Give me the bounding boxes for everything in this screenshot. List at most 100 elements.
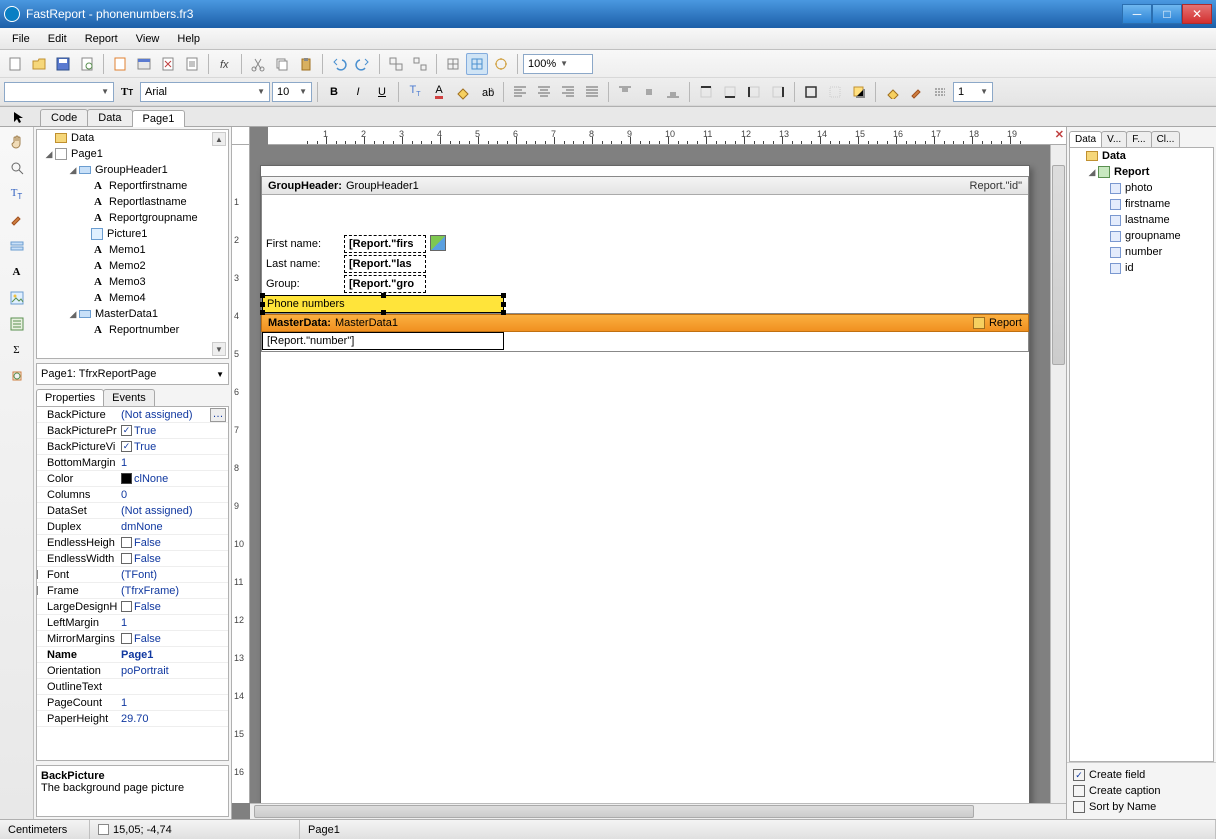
data-root[interactable]: Data (1070, 148, 1213, 164)
italic-button[interactable]: I (347, 81, 369, 103)
open-button[interactable] (28, 53, 50, 75)
frame-color-button[interactable] (905, 81, 927, 103)
prop-pagecount[interactable]: PageCount1 (37, 695, 228, 711)
grid-button[interactable] (442, 53, 464, 75)
font-color-button[interactable]: A (428, 81, 450, 103)
check-sort-by-name[interactable]: Sort by Name (1073, 799, 1210, 815)
tree-node-memo1[interactable]: AMemo1 (37, 242, 228, 258)
frame-left-button[interactable] (743, 81, 765, 103)
tree-node-memo2[interactable]: AMemo2 (37, 258, 228, 274)
new-dialog-button[interactable] (133, 53, 155, 75)
zoom-select[interactable]: 100%▼ (523, 54, 593, 74)
variables-button[interactable]: fx (214, 53, 236, 75)
prop-orientation[interactable]: OrientationpoPortrait (37, 663, 228, 679)
field-firstname[interactable]: firstname (1070, 196, 1213, 212)
rtab-functions[interactable]: F... (1126, 131, 1151, 147)
ungroup-button[interactable] (409, 53, 431, 75)
check-create-field[interactable]: ✓Create field (1073, 767, 1210, 783)
close-button[interactable]: ✕ (1182, 4, 1212, 24)
fill-color-button[interactable] (452, 81, 474, 103)
undo-button[interactable] (328, 53, 350, 75)
band-header-masterdata[interactable]: MasterData: MasterData1 Report (261, 314, 1029, 332)
fit-grid-button[interactable] (490, 53, 512, 75)
align-justify-button[interactable] (581, 81, 603, 103)
vertical-scrollbar[interactable] (1050, 145, 1066, 803)
prop-dataset[interactable]: DataSet(Not assigned) (37, 503, 228, 519)
delete-page-button[interactable] (157, 53, 179, 75)
memo-number[interactable]: [Report."number"] (262, 332, 504, 350)
font-settings-button[interactable]: TT (404, 81, 426, 103)
ruler-close-icon[interactable]: ✕ (1055, 128, 1064, 141)
tab-code[interactable]: Code (40, 109, 88, 126)
new-button[interactable] (4, 53, 26, 75)
tree-node-memo3[interactable]: AMemo3 (37, 274, 228, 290)
prop-endlesswidth[interactable]: EndlessWidthFalse (37, 551, 228, 567)
prop-mirrormargins[interactable]: MirrorMarginsFalse (37, 631, 228, 647)
cut-button[interactable] (247, 53, 269, 75)
minimize-button[interactable]: ─ (1122, 4, 1152, 24)
frame-all-button[interactable] (800, 81, 822, 103)
subreport-tool[interactable] (6, 313, 28, 335)
band-tool[interactable] (6, 235, 28, 257)
tree-node-reportlastname[interactable]: AReportlastname (37, 194, 228, 210)
field-number[interactable]: number (1070, 244, 1213, 260)
bold-button[interactable]: B (323, 81, 345, 103)
valign-top-button[interactable] (614, 81, 636, 103)
tree-node-masterdata[interactable]: ◢MasterData1 (37, 306, 228, 322)
band-header-groupheader[interactable]: GroupHeader: GroupHeader1 Report."id" (262, 177, 1028, 195)
menu-report[interactable]: Report (77, 31, 126, 47)
tree-scroll-down[interactable]: ▼ (212, 342, 226, 356)
page-surface[interactable]: GroupHeader: GroupHeader1 Report."id" Fi… (260, 165, 1030, 803)
prop-font[interactable]: +Font(TFont) (37, 567, 228, 583)
picture-tool[interactable] (6, 287, 28, 309)
tab-page1[interactable]: Page1 (132, 110, 186, 127)
rtab-variables[interactable]: V... (1101, 131, 1127, 147)
menu-view[interactable]: View (128, 31, 168, 47)
frame-width-select[interactable]: 1▼ (953, 82, 993, 102)
font-size-select[interactable]: 10▼ (272, 82, 312, 102)
tree-node-reportgroupname[interactable]: AReportgroupname (37, 210, 228, 226)
rtab-data[interactable]: Data (1069, 131, 1102, 147)
prop-outlinetext[interactable]: OutlineText (37, 679, 228, 695)
new-page-button[interactable] (109, 53, 131, 75)
prop-frame[interactable]: +Frame(TfrxFrame) (37, 583, 228, 599)
prop-endlessheight[interactable]: EndlessHeighFalse (37, 535, 228, 551)
frame-style-button[interactable] (929, 81, 951, 103)
tree-node-page1[interactable]: ◢Page1 (37, 146, 228, 162)
prop-largedesignheight[interactable]: LargeDesignHFalse (37, 599, 228, 615)
sum-tool[interactable]: Σ (6, 339, 28, 361)
menu-help[interactable]: Help (169, 31, 208, 47)
hand-tool[interactable] (6, 131, 28, 153)
snap-grid-button[interactable] (466, 53, 488, 75)
frame-top-button[interactable] (695, 81, 717, 103)
font-select[interactable]: Arial▼ (140, 82, 270, 102)
prop-backpicture[interactable]: BackPicture(Not assigned)… (37, 407, 228, 423)
prop-paperheight[interactable]: PaperHeight29.70 (37, 711, 228, 727)
menu-file[interactable]: File (4, 31, 38, 47)
tree-node-data[interactable]: Data (37, 130, 228, 146)
format-tool[interactable] (6, 209, 28, 231)
properties-grid[interactable]: BackPicture(Not assigned)… BackPicturePr… (36, 406, 229, 761)
select-tool-icon[interactable] (10, 109, 26, 125)
frame-right-button[interactable] (767, 81, 789, 103)
object-selector[interactable]: Page1: TfrxReportPage▼ (36, 363, 229, 385)
horizontal-scrollbar[interactable] (250, 803, 1066, 819)
prop-leftmargin[interactable]: LeftMargin1 (37, 615, 228, 631)
prop-name[interactable]: NamePage1 (37, 647, 228, 663)
underline-button[interactable]: U (371, 81, 393, 103)
memo-tool[interactable]: A (6, 261, 28, 283)
bg-color-button[interactable] (881, 81, 903, 103)
copy-button[interactable] (271, 53, 293, 75)
frame-none-button[interactable] (824, 81, 846, 103)
tree-scroll-up[interactable]: ▲ (212, 132, 226, 146)
zoom-tool[interactable] (6, 157, 28, 179)
prop-color[interactable]: ColorclNone (37, 471, 228, 487)
align-right-button[interactable] (557, 81, 579, 103)
valign-middle-button[interactable] (638, 81, 660, 103)
style-select[interactable]: ▼ (4, 82, 114, 102)
tree-node-groupheader[interactable]: ◢GroupHeader1 (37, 162, 228, 178)
page-settings-button[interactable] (181, 53, 203, 75)
paste-button[interactable] (295, 53, 317, 75)
field-lastname[interactable]: lastname (1070, 212, 1213, 228)
tree-node-reportfirstname[interactable]: AReportfirstname (37, 178, 228, 194)
